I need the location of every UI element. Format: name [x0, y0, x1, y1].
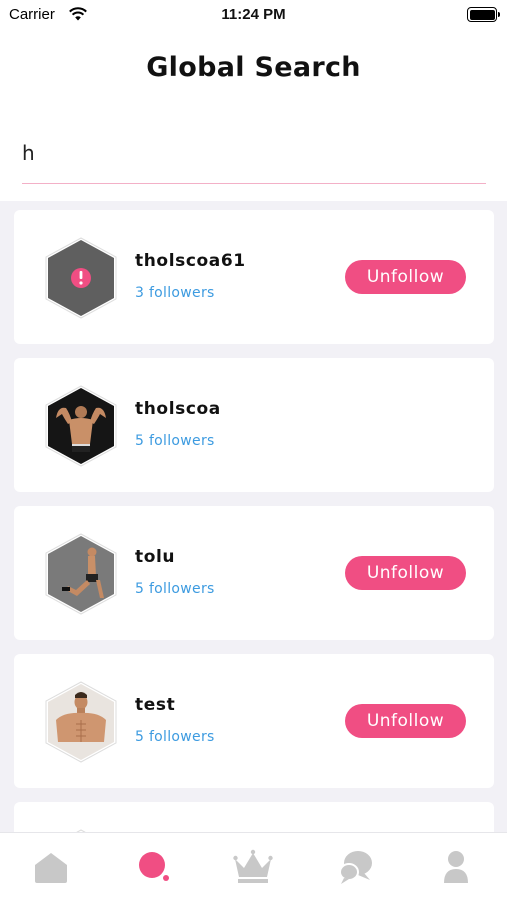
unfollow-button[interactable]: Unfollow [345, 260, 466, 294]
list-item[interactable] [14, 802, 494, 833]
page-title: Global Search [146, 52, 361, 83]
status-bar: Carrier 11:24 PM [0, 0, 507, 30]
username[interactable]: test [135, 695, 175, 715]
profile-icon [444, 851, 468, 883]
chat-icon [339, 851, 372, 884]
avatar [42, 532, 120, 616]
avatar [42, 236, 120, 320]
crown-icon [233, 849, 273, 883]
username[interactable]: tolu [135, 547, 175, 567]
username[interactable]: tholscoa [135, 399, 221, 419]
results-list[interactable]: tholscoa61 3 followers Unfollow tholscoa… [0, 201, 507, 833]
tab-leaderboard[interactable] [233, 847, 273, 887]
followers-count[interactable]: 3 followers [135, 285, 215, 301]
battery-icon [467, 7, 500, 22]
username[interactable]: tholscoa61 [135, 251, 246, 271]
list-item[interactable]: tholscoa 5 followers [14, 358, 494, 492]
tab-messages[interactable] [336, 847, 376, 887]
home-icon [35, 853, 67, 883]
tab-search[interactable] [134, 847, 174, 887]
search-input[interactable] [22, 128, 486, 178]
followers-count[interactable]: 5 followers [135, 433, 215, 449]
followers-count[interactable]: 5 followers [135, 729, 215, 745]
followers-count[interactable]: 5 followers [135, 581, 215, 597]
list-item[interactable]: test 5 followers Unfollow [14, 654, 494, 788]
unfollow-button[interactable]: Unfollow [345, 704, 466, 738]
unfollow-button[interactable]: Unfollow [345, 556, 466, 590]
clock: 11:24 PM [221, 6, 286, 23]
tab-bar [0, 832, 507, 900]
avatar [42, 680, 120, 764]
search-icon [139, 852, 169, 881]
avatar [42, 384, 120, 468]
tab-home[interactable] [31, 847, 71, 887]
list-item[interactable]: tholscoa61 3 followers Unfollow [14, 210, 494, 344]
search-field [22, 128, 486, 184]
list-item[interactable]: tolu 5 followers Unfollow [14, 506, 494, 640]
tab-profile[interactable] [436, 847, 476, 887]
